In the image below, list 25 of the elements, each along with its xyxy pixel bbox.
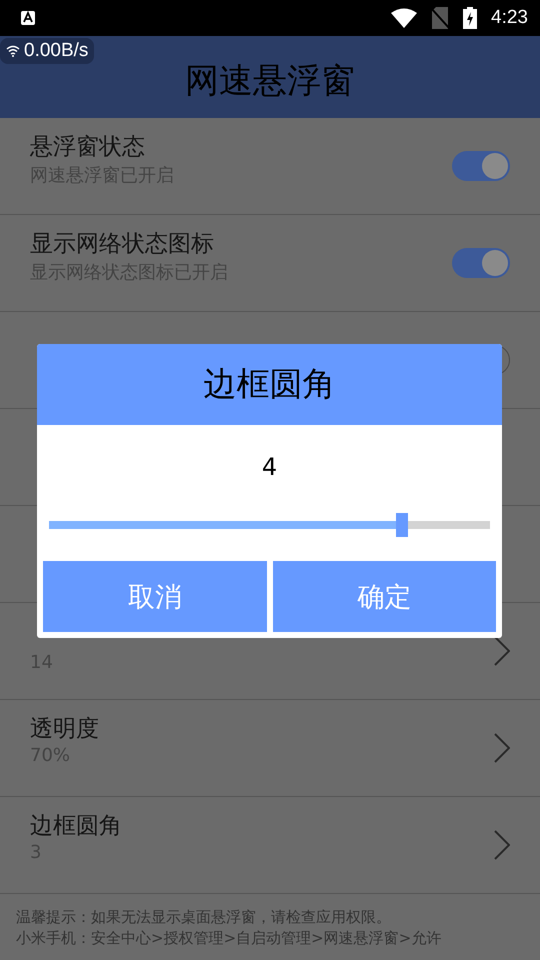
dialog-title: 边框圆角 [204, 363, 336, 405]
slider-value: 4 [260, 453, 278, 483]
no-sim-icon [431, 7, 450, 29]
header-title: 网速悬浮窗 [185, 60, 355, 103]
wifi-icon [391, 8, 418, 28]
wifi-icon [6, 45, 20, 57]
dialog-button[interactable]: 取消 [43, 561, 266, 632]
slider-thumb[interactable] [396, 513, 408, 537]
status-time: 4:23 [491, 7, 528, 29]
chevron-right-icon [494, 636, 510, 666]
toggle-switch[interactable] [452, 151, 510, 181]
chevron-right-icon [494, 830, 510, 860]
app-notification-icon [20, 10, 36, 26]
tip-text: 温馨提示：如果无法显示桌面悬浮窗，请检查应用权限。 [16, 908, 392, 927]
slider-track[interactable] [49, 513, 490, 537]
setting-title: 悬浮窗状态 [30, 133, 146, 161]
toggle-switch[interactable] [452, 248, 510, 278]
chevron-right-icon [494, 733, 510, 763]
battery-charging-icon [463, 7, 478, 29]
speed-text: 0.00B/s [24, 40, 88, 62]
dialog-button[interactable]: 确定 [272, 561, 496, 632]
tip-text: 小米手机：安全中心>授权管理>自启动管理>网速悬浮窗>允许 [16, 929, 442, 948]
setting-title: 边框圆角 [30, 812, 123, 840]
setting-title: 透明度 [30, 715, 100, 743]
setting-title: 显示网络状态图标 [30, 230, 215, 258]
